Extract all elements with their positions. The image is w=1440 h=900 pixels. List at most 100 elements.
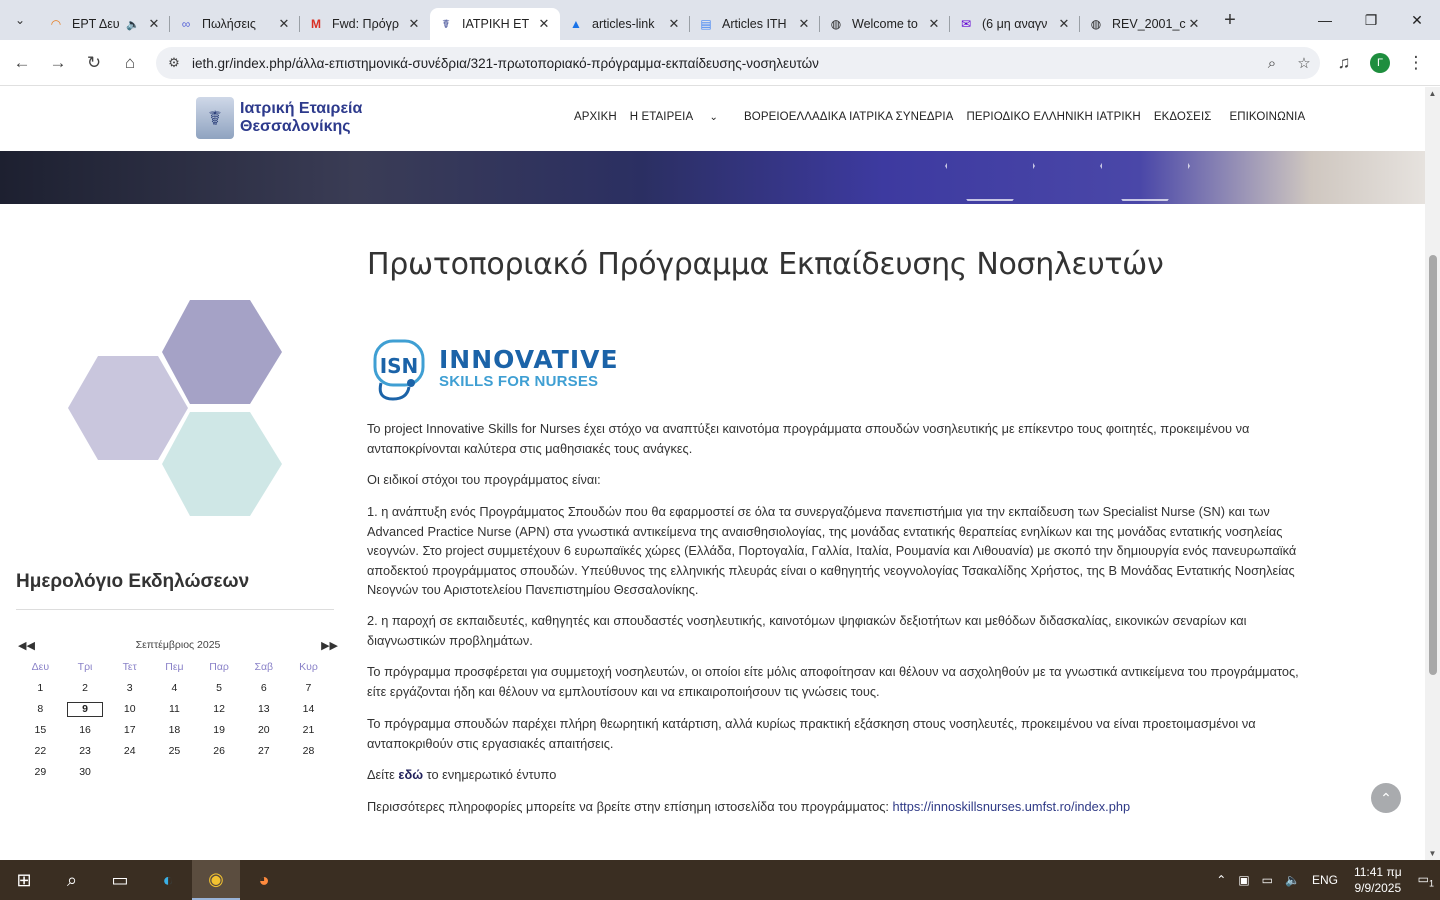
calendar-day[interactable]: 11 bbox=[152, 699, 197, 720]
close-icon[interactable]: ✕ bbox=[666, 16, 682, 32]
site-info-icon[interactable]: ⚙ bbox=[156, 55, 192, 71]
calendar-day[interactable]: 4 bbox=[152, 678, 197, 699]
scroll-down-arrow[interactable]: ▼ bbox=[1425, 849, 1440, 858]
close-icon[interactable]: ✕ bbox=[276, 16, 292, 32]
calendar-day[interactable]: 15 bbox=[18, 720, 63, 741]
meet-icon[interactable]: ▣ bbox=[1238, 873, 1249, 887]
clock[interactable]: 11:41 πμ 9/9/2025 bbox=[1354, 864, 1402, 896]
tab-search-button[interactable]: ⌄ bbox=[0, 0, 40, 40]
back-button[interactable]: ← bbox=[4, 45, 40, 81]
reload-button[interactable]: ↻ bbox=[76, 45, 112, 81]
close-icon[interactable]: ✕ bbox=[146, 16, 162, 32]
calendar-day[interactable]: 14 bbox=[286, 699, 331, 720]
tab-7[interactable]: ◍ Welcome to ✕ bbox=[820, 8, 950, 40]
scroll-to-top-button[interactable]: ⌃ bbox=[1371, 783, 1401, 813]
tab-9[interactable]: ◍ REV_2001_c ✕ bbox=[1080, 8, 1210, 40]
chrome-app[interactable]: ◉ bbox=[192, 860, 240, 900]
edge-app[interactable]: ◐ bbox=[144, 860, 192, 900]
minimize-icon[interactable]: — bbox=[1302, 0, 1348, 40]
paragraph-objective-1: 1. η ανάπτυξη ενός Προγράμματος Σπουδών … bbox=[367, 504, 1297, 597]
zoom-icon[interactable]: ⌕ bbox=[1256, 55, 1288, 72]
calendar-day[interactable]: 6 bbox=[241, 678, 286, 699]
close-icon[interactable]: ✕ bbox=[1056, 16, 1072, 32]
calendar-day-today[interactable]: 9 bbox=[66, 702, 104, 717]
calendar-day[interactable]: 13 bbox=[241, 699, 286, 720]
profile-button[interactable]: Γ bbox=[1362, 45, 1398, 81]
volume-icon[interactable]: 🔈 bbox=[1285, 873, 1300, 887]
calendar-day[interactable]: 8 bbox=[18, 699, 63, 720]
nav-company[interactable]: Η ΕΤΑΙΡΕΙΑ ⌄ bbox=[630, 111, 731, 123]
calendar-day[interactable]: 29 bbox=[18, 762, 63, 783]
url-text[interactable]: ieth.gr/index.php/άλλα-επιστημονικά-συνέ… bbox=[192, 56, 1256, 71]
calendar-day[interactable]: 2 bbox=[63, 678, 108, 699]
close-icon[interactable]: ✕ bbox=[796, 16, 812, 32]
calendar-day[interactable]: 26 bbox=[197, 741, 242, 762]
tab-8[interactable]: ✉ (6 μη αναγν ✕ bbox=[950, 8, 1080, 40]
calendar-day[interactable]: 22 bbox=[18, 741, 63, 762]
forward-button[interactable]: → bbox=[40, 45, 76, 81]
calendar-day[interactable]: 28 bbox=[286, 741, 331, 762]
tab-2[interactable]: ∞ Πωλήσεις ✕ bbox=[170, 8, 300, 40]
nav-contact[interactable]: ΕΠΙΚΟΙΝΩΝΙΑ bbox=[1229, 111, 1305, 123]
nav-home[interactable]: ΑΡΧΙΚΗ bbox=[574, 111, 617, 123]
nav-conferences[interactable]: ΒΟΡΕΙΟΕΛΛΑΔΙΚΑ ΙΑΤΡΙΚΑ ΣΥΝΕΔΡΙΑ bbox=[744, 111, 953, 123]
close-window-icon[interactable]: ✕ bbox=[1394, 0, 1440, 40]
calendar-day[interactable]: 19 bbox=[197, 720, 242, 741]
nav-journal[interactable]: ΠΕΡΙΟΔΙΚΟ ΕΛΛΗΝΙΚΗ ΙΑΤΡΙΚΗ bbox=[966, 111, 1140, 123]
nav-publications[interactable]: ΕΚΔΟΣΕΙΣ bbox=[1154, 111, 1212, 123]
network-icon[interactable]: ▭ bbox=[1262, 873, 1273, 887]
calendar-day[interactable]: 12 bbox=[197, 699, 242, 720]
brochure-link[interactable]: εδώ bbox=[398, 767, 423, 782]
calendar-day[interactable]: 3 bbox=[107, 678, 152, 699]
address-bar[interactable]: ⚙ ieth.gr/index.php/άλλα-επιστημονικά-συ… bbox=[156, 47, 1320, 79]
calendar-day[interactable]: 17 bbox=[107, 720, 152, 741]
media-control-icon[interactable]: ♫ bbox=[1326, 45, 1362, 81]
isn-logo-word2: SKILLS FOR NURSES bbox=[439, 373, 599, 390]
tray-expand-icon[interactable]: ⌃ bbox=[1216, 873, 1226, 887]
calendar-day[interactable]: 1 bbox=[18, 678, 63, 699]
speaker-icon[interactable]: 🔈 bbox=[126, 18, 140, 31]
page-scrollbar[interactable]: ▲ ▼ bbox=[1425, 87, 1440, 860]
calendar-day[interactable]: 21 bbox=[286, 720, 331, 741]
restore-icon[interactable]: ❐ bbox=[1348, 0, 1394, 40]
calendar-day[interactable]: 24 bbox=[107, 741, 152, 762]
scroll-up-arrow[interactable]: ▲ bbox=[1425, 89, 1440, 98]
new-tab-button[interactable]: + bbox=[1214, 9, 1246, 32]
home-button[interactable]: ⌂ bbox=[112, 45, 148, 81]
site-logo[interactable]: ☤ Ιατρική Εταιρεία Θεσσαλονίκης bbox=[196, 97, 362, 139]
calendar-day[interactable]: 23 bbox=[63, 741, 108, 762]
weekday-header: Δευ bbox=[31, 661, 50, 673]
scrollbar-thumb[interactable] bbox=[1429, 255, 1437, 675]
calendar-day[interactable]: 5 bbox=[197, 678, 242, 699]
task-view-button[interactable]: ▭ bbox=[96, 860, 144, 900]
tab-1[interactable]: ◠ ΕΡΤ Δευ 🔈 ✕ bbox=[40, 8, 170, 40]
tab-6[interactable]: ▤ Articles ITH ✕ bbox=[690, 8, 820, 40]
calendar-day[interactable]: 7 bbox=[286, 678, 331, 699]
tab-3[interactable]: M Fwd: Πρόγρ ✕ bbox=[300, 8, 430, 40]
language-indicator[interactable]: ENG bbox=[1312, 873, 1338, 887]
calendar-day[interactable]: 18 bbox=[152, 720, 197, 741]
chevron-down-icon: ⌄ bbox=[709, 112, 718, 123]
close-icon[interactable]: ✕ bbox=[926, 16, 942, 32]
tab-5[interactable]: ▲ articles-link ✕ bbox=[560, 8, 690, 40]
logo-line1: Ιατρική Εταιρεία bbox=[240, 100, 363, 117]
start-button[interactable]: ⊞ bbox=[0, 860, 48, 900]
bookmark-star-icon[interactable]: ☆ bbox=[1288, 54, 1320, 72]
close-icon[interactable]: ✕ bbox=[536, 16, 552, 32]
calendar-day[interactable]: 30 bbox=[63, 762, 108, 783]
tab-4-active[interactable]: ☤ ΙΑΤΡΙΚΗ ΕΤ ✕ bbox=[430, 8, 560, 40]
calendar-day[interactable]: 16 bbox=[63, 720, 108, 741]
close-icon[interactable]: ✕ bbox=[406, 16, 422, 32]
program-website-link[interactable]: https://innoskillsnurses.umfst.ro/index.… bbox=[893, 799, 1131, 814]
close-icon[interactable]: ✕ bbox=[1186, 16, 1202, 32]
search-button[interactable]: ⌕ bbox=[48, 860, 96, 900]
calendar-day[interactable]: 27 bbox=[241, 741, 286, 762]
calendar-day[interactable]: 25 bbox=[152, 741, 197, 762]
calendar-day[interactable]: 10 bbox=[107, 699, 152, 720]
menu-kebab-icon[interactable]: ⋮ bbox=[1398, 45, 1434, 81]
calendar-next-button[interactable]: ▶▶ bbox=[308, 639, 338, 652]
calendar-day[interactable]: 20 bbox=[241, 720, 286, 741]
calendar-prev-button[interactable]: ◀◀ bbox=[18, 639, 48, 652]
notifications-icon[interactable]: ▭1 bbox=[1418, 872, 1434, 888]
firefox-app[interactable]: ◕ bbox=[240, 860, 288, 900]
